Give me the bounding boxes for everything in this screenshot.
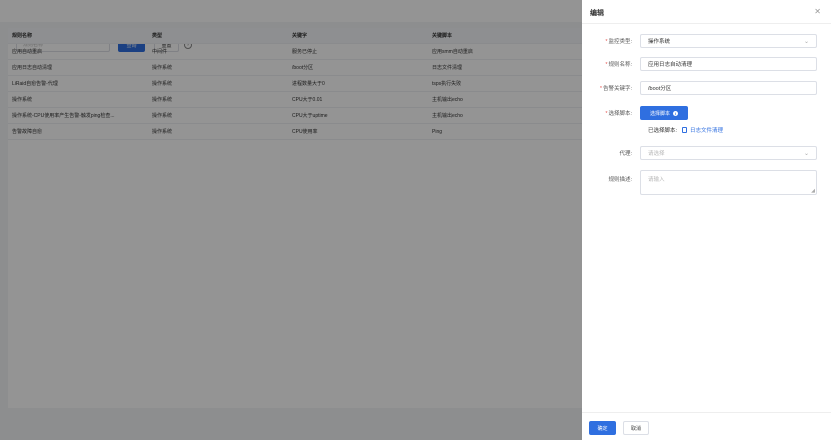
document-icon (682, 127, 688, 133)
chevron-down-icon: ⌄ (803, 150, 809, 157)
select-script-row: *选择脚本: 选择脚本 i (582, 106, 831, 120)
select-script-label: *选择脚本: (582, 109, 640, 117)
monitor-type-label: *监控类型: (582, 37, 640, 45)
resize-handle-icon[interactable]: ◢ (811, 188, 815, 194)
alarm-keyword-row: *告警关键字: /boot分区 (582, 81, 831, 95)
drawer-title: 编辑 (590, 10, 604, 17)
proxy-placeholder: 请选择 (648, 151, 665, 157)
alarm-keyword-input[interactable]: /boot分区 (640, 81, 817, 95)
drawer-header: 编辑 ✕ (582, 0, 831, 24)
cancel-button[interactable]: 取消 (623, 421, 649, 435)
drawer-footer: 确定 取消 (582, 412, 831, 440)
proxy-label: 代理: (619, 151, 632, 157)
rule-name-label: *规则名称: (582, 60, 640, 68)
rule-desc-textarea[interactable]: 请输入 ◢ (640, 170, 817, 195)
chevron-down-icon: ⌄ (803, 38, 809, 45)
proxy-select[interactable]: 请选择 ⌄ (640, 146, 817, 160)
alarm-keyword-label: *告警关键字: (582, 84, 640, 92)
select-script-button[interactable]: 选择脚本 i (640, 106, 688, 120)
confirm-button[interactable]: 确定 (589, 421, 616, 435)
rule-name-input[interactable]: 应用日志自动清理 (640, 57, 817, 71)
select-script-label-text: 选择脚本: (608, 111, 632, 117)
info-icon: i (673, 110, 678, 116)
rule-desc-label: 规则描述: (608, 177, 632, 183)
required-mark: * (599, 86, 602, 92)
rule-desc-placeholder: 请输入 (648, 177, 665, 183)
modal-overlay[interactable] (0, 0, 582, 440)
selected-script-line: 已选择脚本: 日志文件清理 (648, 126, 723, 134)
close-icon[interactable]: ✕ (814, 7, 821, 16)
select-script-button-label: 选择脚本 (649, 110, 670, 117)
monitor-type-value: 操作系统 (648, 39, 671, 45)
monitor-type-select[interactable]: 操作系统 ⌄ (640, 34, 817, 48)
rule-name-row: *规则名称: 应用日志自动清理 (582, 57, 831, 71)
edit-drawer: 编辑 ✕ *监控类型: 操作系统 ⌄ *规则名称: 应用日志自动清理 *告警关键… (582, 0, 831, 440)
rule-desc-row: 规则描述: 请输入 ◢ (582, 170, 831, 195)
alarm-keyword-label-text: 告警关键字: (602, 86, 632, 92)
alarm-keyword-value: /boot分区 (648, 86, 672, 92)
rule-name-value: 应用日志自动清理 (648, 62, 693, 68)
monitor-type-label-text: 监控类型: (608, 39, 632, 45)
proxy-row: 代理: 请选择 ⌄ (582, 146, 831, 160)
rule-name-label-text: 规则名称: (608, 62, 632, 68)
selected-script-label: 已选择脚本: (648, 128, 678, 134)
selected-script-link[interactable]: 日志文件清理 (690, 126, 723, 134)
monitor-type-row: *监控类型: 操作系统 ⌄ (582, 34, 831, 48)
